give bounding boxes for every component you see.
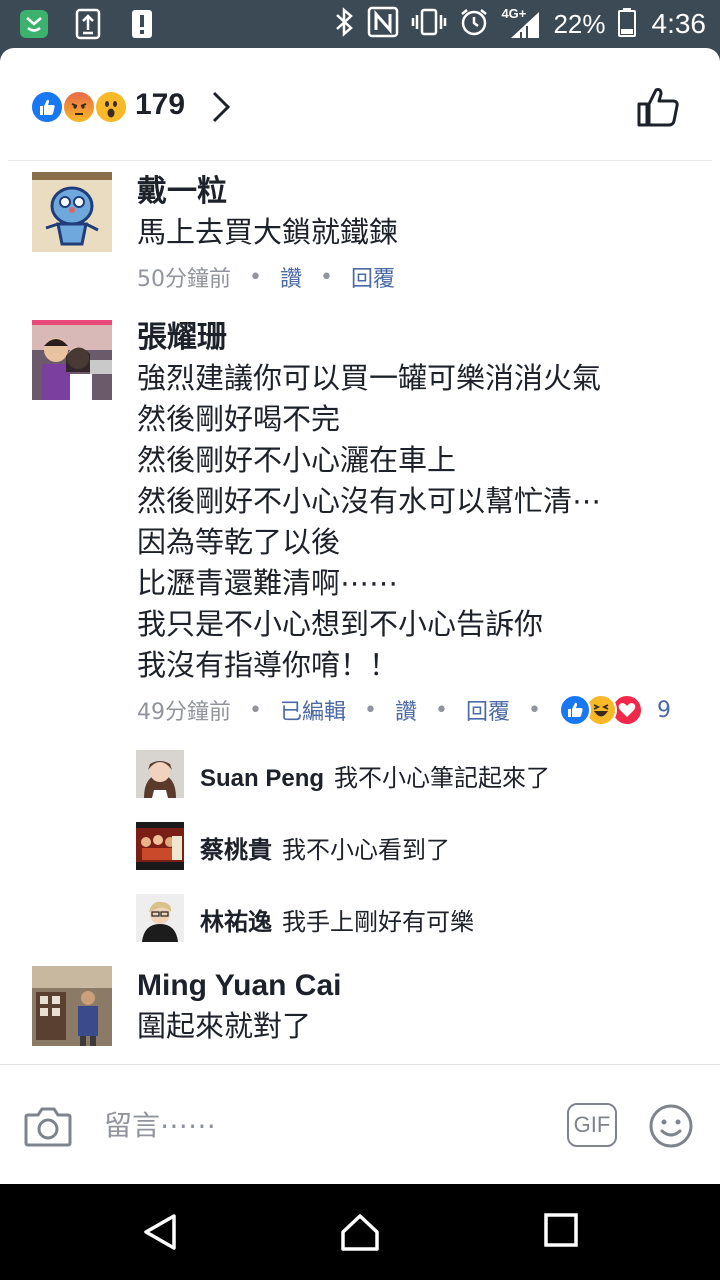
clock: 4:36 [651,8,707,39]
reply-link[interactable]: 回覆 [351,261,395,293]
separator: • [249,697,262,723]
emoji-icon[interactable] [648,1103,694,1153]
like-reaction-icon [558,694,591,726]
gif-button[interactable]: GIF [567,1103,617,1147]
separator: • [528,697,541,723]
status-bar: 4G+ 22% 4:36 [0,0,720,48]
comment-meta: 50分鐘前 • 讚 • 回覆 [137,259,697,295]
battery-percent: 22% [553,8,606,39]
avatar[interactable] [32,320,112,400]
alarm-icon [459,7,489,41]
reply-line: 蔡桃貴 我不小心看到了 [200,830,450,865]
like-link[interactable]: 讚 [280,261,302,293]
like-link[interactable]: 讚 [395,694,417,726]
reply-author[interactable]: 林祐逸 [200,909,272,936]
comment-author[interactable]: 張耀珊 [137,318,697,358]
comment-author[interactable]: 戴一粒 [137,172,697,212]
reaction-count: 179 [135,88,186,121]
home-icon[interactable] [340,1212,380,1256]
comment-reactions[interactable]: 9 [558,694,671,726]
comment-text: 強烈建議你可以買一罐可樂消消火氣 然後剛好喝不完 然後剛好不小心灑在車上 然後剛… [137,361,602,682]
battery-icon [617,7,636,41]
comment-time: 50分鐘前 [137,267,231,292]
reply-item: 蔡桃貴 我不小心看到了 [136,822,696,872]
vibrate-icon [411,7,447,41]
reply-line: Suan Peng 我不小心筆記起來了 [200,758,550,793]
edited-link[interactable]: 已編輯 [280,694,346,726]
reply-link[interactable]: 回覆 [466,694,510,726]
wow-reaction-icon [94,90,128,124]
comment-meta: 49分鐘前 • 已編輯 • 讚 • 回覆 • 9 [137,692,697,728]
avatar[interactable] [136,822,184,870]
upload-icon [72,8,104,40]
comment-composer: GIF [0,1064,720,1184]
comment-author[interactable]: Ming Yuan Cai [137,966,697,1006]
divider [8,160,712,161]
bluetooth-icon [333,7,355,41]
comment-text: 圍起來就對了 [137,1009,312,1043]
nfc-icon [367,6,399,42]
avatar[interactable] [32,172,112,252]
like-reaction-icon [30,90,64,124]
back-icon[interactable] [140,1212,180,1256]
separator: • [364,697,377,723]
comment-time: 49分鐘前 [137,700,231,725]
reply-item: 林祐逸 我手上剛好有可樂 [136,894,696,944]
alert-icon [126,8,158,40]
chevron-right-icon[interactable] [208,90,234,128]
separator: • [320,264,333,290]
comment-input[interactable] [104,1103,544,1147]
reaction-summary[interactable]: 179 [0,48,720,160]
separator: • [435,697,448,723]
recents-icon[interactable] [543,1212,579,1252]
reaction-count: 9 [656,697,671,723]
reply-author[interactable]: 蔡桃貴 [200,837,272,864]
reply-author[interactable]: Suan Peng [200,765,324,792]
separator: • [249,264,262,290]
avatar[interactable] [32,966,112,1046]
avatar[interactable] [136,894,184,942]
reply-item: Suan Peng 我不小心筆記起來了 [136,750,696,800]
app-badge-icon [18,8,50,40]
reply-text: 我不小心筆記起來了 [334,764,551,792]
angry-reaction-icon [62,90,96,124]
comments-sheet: 179 戴一粒 馬上去買大鎖就鐵鍊 50分鐘前 • 讚 • 回覆 張耀珊 強烈建… [0,48,720,1184]
signal-icon: 4G+ [501,6,541,40]
reply-line: 林祐逸 我手上剛好有可樂 [200,902,474,937]
reply-text: 我不小心看到了 [282,836,450,864]
like-button[interactable] [636,86,680,132]
camera-icon[interactable] [24,1105,72,1151]
comment-text: 馬上去買大鎖就鐵鍊 [137,215,399,249]
navigation-bar [0,1184,720,1280]
avatar[interactable] [136,750,184,798]
reply-text: 我手上剛好有可樂 [282,908,474,936]
